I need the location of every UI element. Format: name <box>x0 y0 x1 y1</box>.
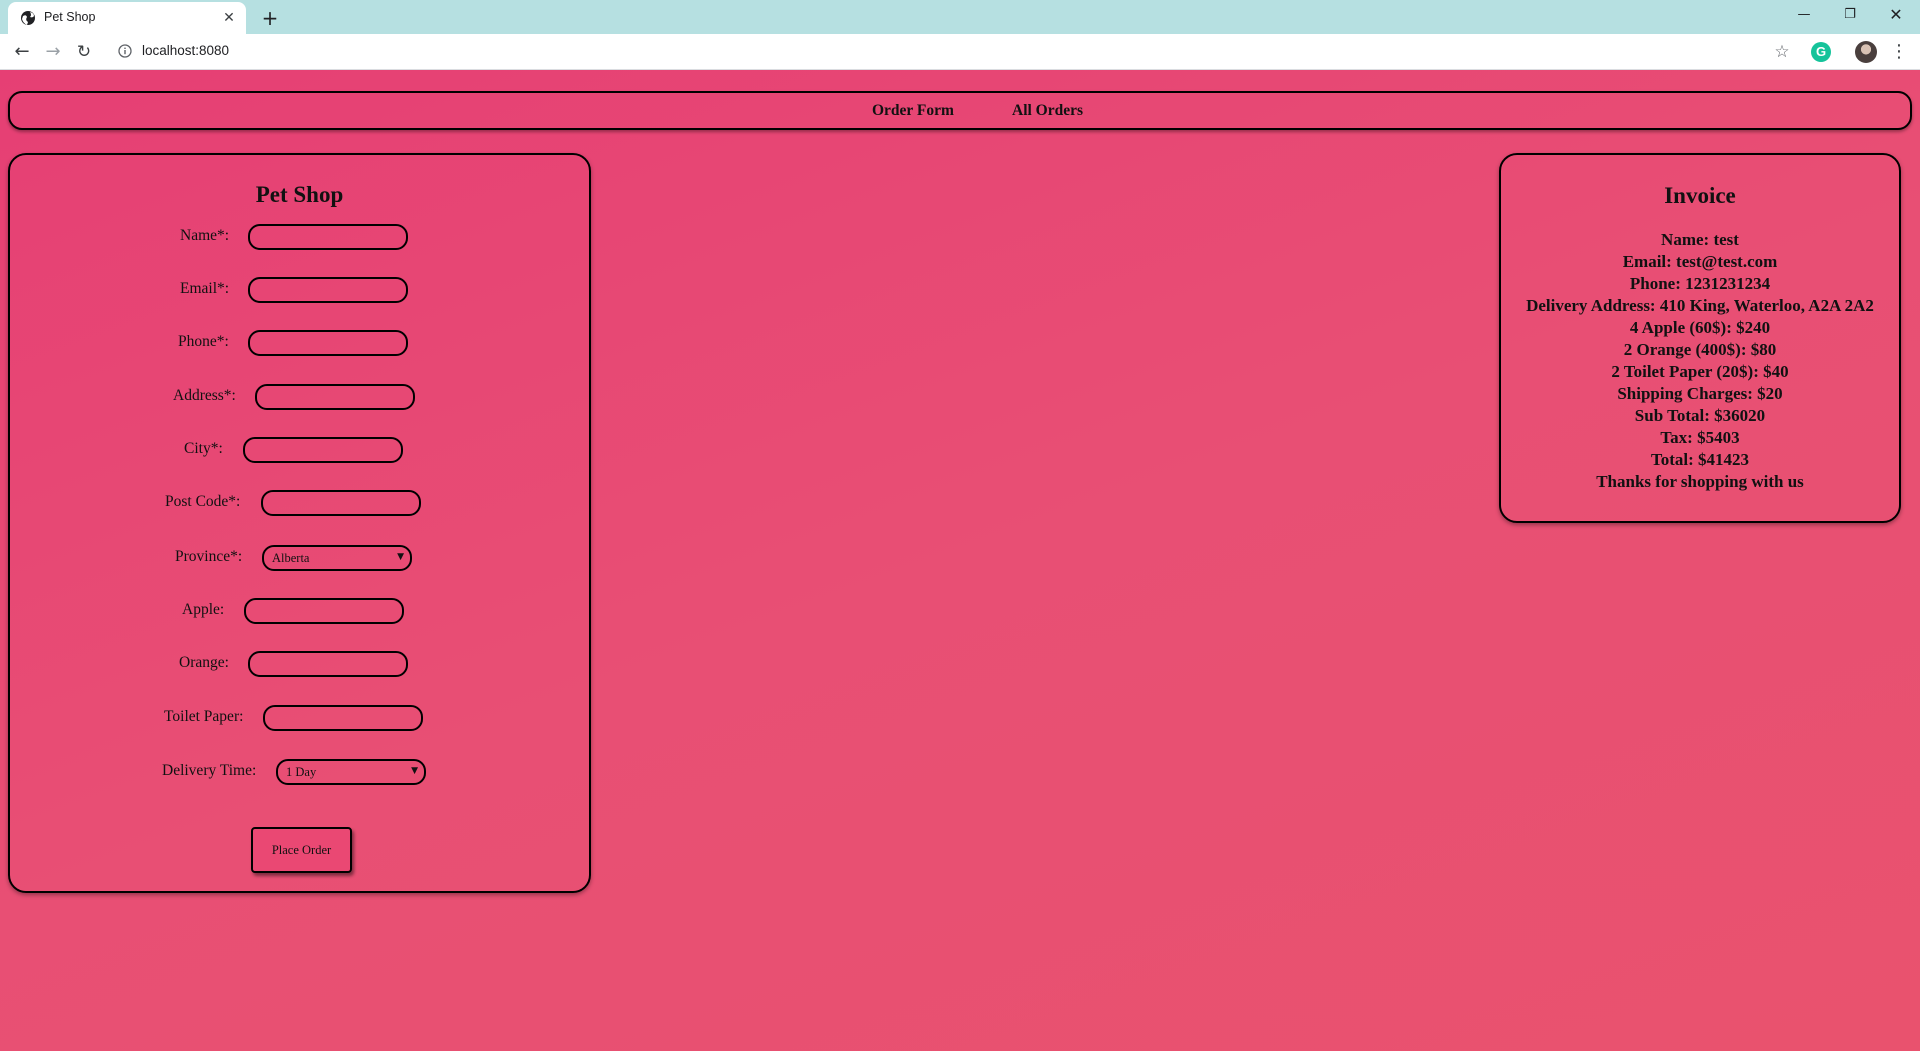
province-label: Province*: <box>175 548 243 565</box>
email-label: Email*: <box>180 280 230 297</box>
nav-link-order-form[interactable]: Order Form <box>872 102 954 120</box>
city-input[interactable] <box>243 437 403 463</box>
orange-input[interactable] <box>248 651 408 677</box>
nav-link-all-orders[interactable]: All Orders <box>1012 102 1083 120</box>
reload-icon[interactable]: ↻ <box>70 38 98 66</box>
bookmark-star-icon[interactable]: ☆ <box>1770 38 1794 66</box>
address-input[interactable] <box>255 384 415 410</box>
dropdown-arrow-icon: ▼ <box>397 552 404 562</box>
back-arrow-icon[interactable]: ← <box>8 38 36 66</box>
page-viewport: Order Form All Orders Pet Shop Name*: Em… <box>0 70 1920 1051</box>
invoice-details: Name: test Email: test@test.com Phone: 1… <box>1501 229 1899 493</box>
browser-menu-icon[interactable]: ⋮ <box>1889 38 1909 66</box>
globe-icon <box>21 11 35 25</box>
invoice-customer-email: Email: test@test.com <box>1622 252 1778 271</box>
browser-tab-strip: Pet Shop ✕ + — ❐ ✕ <box>0 0 1920 34</box>
province-selected-value: Alberta <box>272 551 310 565</box>
forward-arrow-icon[interactable]: → <box>39 38 67 66</box>
form-title: Pet Shop <box>255 182 344 207</box>
invoice-delivery-address: Delivery Address: 410 King, Waterloo, A2… <box>1526 296 1874 315</box>
close-window-icon[interactable]: ✕ <box>1873 0 1919 30</box>
invoice-item-apple: 4 Apple (60$): $240 <box>1629 318 1771 337</box>
apple-input[interactable] <box>244 598 404 624</box>
invoice-thanks-message: Thanks for shopping with us <box>1596 472 1804 491</box>
address-label: Address*: <box>173 387 236 404</box>
name-input[interactable] <box>248 224 408 250</box>
order-form-panel: Pet Shop Name*: Email*: Phone*: Address*… <box>8 153 591 893</box>
tab-title: Pet Shop <box>44 10 96 24</box>
new-tab-icon[interactable]: + <box>256 4 284 32</box>
toilet-paper-input[interactable] <box>263 705 423 731</box>
grammarly-extension-icon[interactable]: G <box>1811 42 1831 62</box>
phone-input[interactable] <box>248 330 408 356</box>
profile-avatar[interactable] <box>1855 41 1877 63</box>
browser-toolbar: ← → ↻ localhost:8080 ☆ G ⋮ <box>0 34 1920 70</box>
apple-label: Apple: <box>182 601 225 618</box>
delivery-time-select[interactable]: 1 Day ▼ <box>276 759 426 785</box>
email-input[interactable] <box>248 277 408 303</box>
post-code-input[interactable] <box>261 490 421 516</box>
orange-label: Orange: <box>179 654 229 671</box>
minimize-window-icon[interactable]: — <box>1781 0 1827 30</box>
phone-label: Phone*: <box>178 333 229 350</box>
invoice-tax: Tax: $5403 <box>1660 428 1740 447</box>
invoice-customer-name: Name: test <box>1661 230 1739 249</box>
name-label: Name*: <box>180 227 230 244</box>
invoice-total: Total: $41423 <box>1650 450 1750 469</box>
delivery-time-selected-value: 1 Day <box>286 765 317 779</box>
place-order-button[interactable]: Place Order <box>251 827 352 873</box>
invoice-item-toilet-paper: 2 Toilet Paper (20$): $40 <box>1611 362 1789 381</box>
city-label: City*: <box>184 440 223 457</box>
invoice-shipping-charges: Shipping Charges: $20 <box>1617 384 1783 403</box>
address-bar[interactable]: localhost:8080 <box>142 43 229 58</box>
dropdown-arrow-icon: ▼ <box>411 766 418 776</box>
toilet-paper-label: Toilet Paper: <box>164 708 244 725</box>
province-select[interactable]: Alberta ▼ <box>262 545 412 571</box>
browser-tab[interactable]: Pet Shop ✕ <box>8 2 246 34</box>
invoice-sub-total: Sub Total: $36020 <box>1634 406 1766 425</box>
delivery-time-label: Delivery Time: <box>162 762 257 779</box>
close-tab-icon[interactable]: ✕ <box>220 9 238 27</box>
restore-window-icon[interactable]: ❐ <box>1827 0 1873 30</box>
site-info-icon[interactable] <box>118 44 132 58</box>
invoice-item-orange: 2 Orange (400$): $80 <box>1623 340 1777 359</box>
invoice-customer-phone: Phone: 1231231234 <box>1629 274 1771 293</box>
invoice-panel: Invoice Name: test Email: test@test.com … <box>1499 153 1901 523</box>
top-navbar: Order Form All Orders <box>8 91 1912 130</box>
post-code-label: Post Code*: <box>165 493 241 510</box>
invoice-title: Invoice <box>1664 183 1736 208</box>
